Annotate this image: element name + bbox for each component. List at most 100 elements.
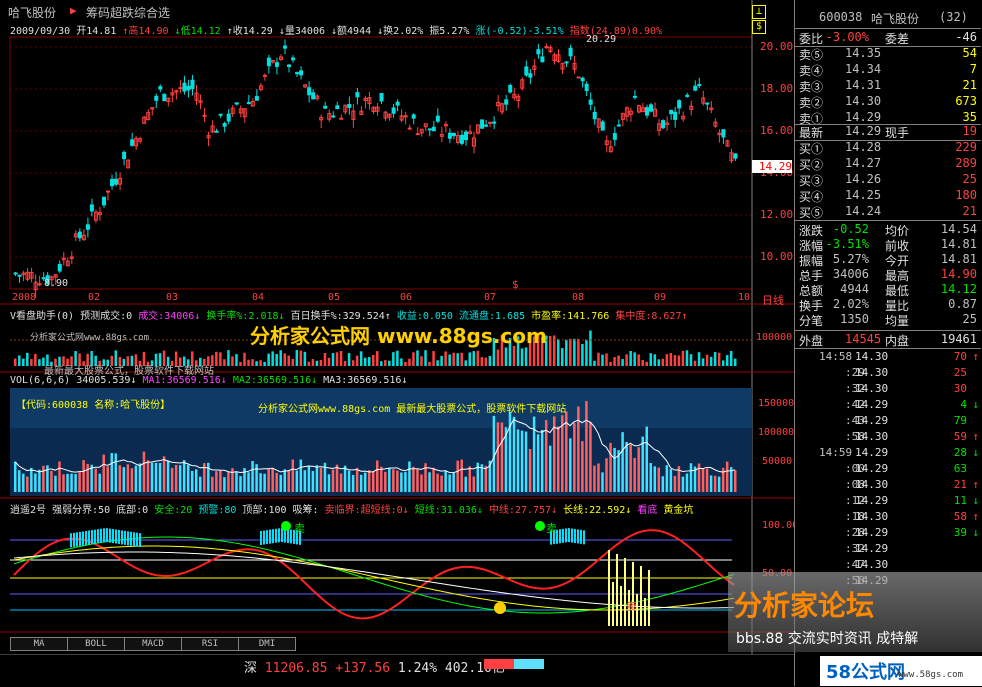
volume-bar	[50, 470, 53, 492]
price-axis-label: 16.00	[760, 124, 794, 137]
pin-icon[interactable]: ⊥	[752, 5, 766, 19]
sell-row[interactable]: 卖② 14.30 673	[795, 94, 981, 110]
top-histogram-bar	[562, 528, 564, 543]
volume-bar	[444, 471, 447, 492]
sell-row[interactable]: 卖③ 14.31 21	[795, 78, 981, 94]
turnover-bar	[351, 360, 355, 366]
turnover-bar	[400, 358, 403, 366]
volume-bar	[661, 476, 665, 492]
candle-body	[697, 83, 702, 86]
tick-row: :58 14.30 59 ↑	[845, 430, 979, 443]
tick-row: :32 14.30 30	[845, 382, 967, 395]
candle-body	[649, 104, 654, 112]
volume-bar	[416, 469, 419, 492]
panel3-axis: 100.00	[762, 520, 799, 531]
turnover-bar	[605, 353, 608, 366]
volume-bar	[223, 477, 226, 492]
stat-row: 振幅 5.27% 今开 14.81	[799, 252, 977, 268]
candle-body	[427, 128, 432, 131]
volume-bar	[585, 401, 588, 492]
candle-body	[182, 82, 187, 92]
turnover-bar	[468, 352, 472, 366]
volume-bar	[384, 471, 387, 492]
turnover-bar	[448, 354, 451, 366]
tab-dmi[interactable]: DMI	[238, 637, 296, 651]
turnover-bar	[725, 355, 729, 366]
turnover-bar	[633, 352, 636, 366]
volume-bar	[195, 469, 198, 492]
formula-title[interactable]: 筹码超跌综合选	[86, 4, 170, 21]
volume-bar	[126, 464, 130, 492]
price-axis-label: 18.00	[760, 82, 794, 95]
turnover-bar	[685, 350, 689, 366]
price-axis-label: 20.00	[760, 40, 794, 53]
volume-bar	[279, 474, 282, 492]
tick-row: :43 14.29 79	[845, 414, 967, 427]
date-label: 08	[572, 292, 585, 303]
candle-body	[307, 87, 312, 96]
volume-bar	[408, 461, 411, 492]
panel1-axis: 100000	[756, 332, 793, 343]
turnover-bar	[388, 360, 391, 366]
top-histogram-bar	[85, 531, 87, 545]
turnover-bar	[581, 343, 584, 366]
turnover-bar	[573, 338, 576, 366]
candle-body	[222, 123, 227, 127]
turnover-bar	[713, 352, 717, 366]
candle-body	[677, 100, 682, 109]
turnover-bar	[231, 356, 234, 366]
turnover-bar	[577, 338, 580, 366]
dollar-icon[interactable]: $	[752, 20, 766, 34]
volume-bar	[18, 470, 21, 492]
candle-body	[721, 129, 726, 138]
volume-bar	[178, 465, 182, 492]
sell-row[interactable]: 卖⑤ 14.35 54	[795, 46, 981, 62]
turnover-bar	[681, 350, 685, 366]
volume-bar	[496, 422, 500, 492]
buy-row[interactable]: 买③ 14.26 25	[795, 172, 981, 188]
price-axis-label: 10.00	[760, 250, 794, 263]
top-histogram-bar	[103, 528, 105, 543]
candle-body	[89, 204, 94, 212]
candle-body	[484, 124, 489, 127]
top-histogram-bar	[571, 528, 573, 543]
top-histogram-bar	[133, 532, 135, 547]
candle-body	[661, 120, 666, 129]
volume-bar	[255, 464, 258, 492]
volume-bar	[516, 429, 520, 492]
turnover-bar	[392, 352, 395, 366]
big-watermark: 分析家公式网 www.88gs.com	[250, 324, 547, 348]
volume-bar	[331, 469, 335, 492]
turnover-bar	[657, 359, 661, 366]
volume-bar	[170, 467, 174, 492]
turnover-bar	[597, 352, 600, 366]
tab-ma[interactable]: MA	[10, 637, 68, 651]
turnover-bar	[271, 351, 274, 366]
volume-bar	[251, 460, 254, 492]
period-label[interactable]: 日线	[762, 292, 784, 308]
volume-bar	[319, 467, 323, 492]
tab-rsi[interactable]: RSI	[181, 637, 239, 651]
tab-macd[interactable]: MACD	[124, 637, 182, 651]
gold-pit-bar	[624, 558, 626, 626]
buy-row[interactable]: 买⑤ 14.24 21	[795, 204, 981, 220]
candle-body	[536, 49, 541, 55]
turnover-bar	[384, 360, 387, 366]
buy-row[interactable]: 买② 14.27 289	[795, 156, 981, 172]
candle-body	[17, 274, 22, 277]
buy-row[interactable]: 买④ 14.25 180	[795, 188, 981, 204]
candle-body	[407, 127, 412, 130]
top-histogram-bar	[100, 528, 102, 543]
volume-bar	[162, 456, 166, 492]
date-label: 2008	[12, 292, 37, 303]
volume-bar	[311, 470, 315, 492]
volume-bar	[605, 458, 608, 492]
tick-row: :12 14.29 11 ↓	[845, 494, 979, 507]
buy-row[interactable]: 买① 14.28 229	[795, 140, 981, 156]
tab-boll[interactable]: BOLL	[67, 637, 125, 651]
turnover-bar	[649, 353, 653, 366]
sell-signal: 卖	[626, 600, 637, 613]
quote-header: 600038 哈飞股份 (32)	[819, 10, 968, 26]
sell-row[interactable]: 卖④ 14.34 7	[795, 62, 981, 78]
stock-name-label[interactable]: 哈飞股份	[8, 4, 56, 21]
